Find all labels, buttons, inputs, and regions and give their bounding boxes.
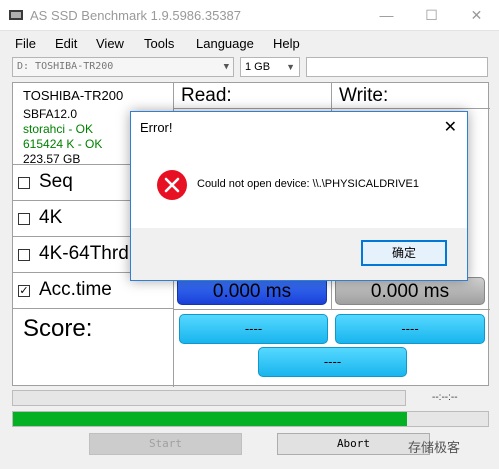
score-write: ---- bbox=[335, 314, 485, 344]
overall-progress-fill bbox=[13, 412, 408, 426]
close-window-button[interactable]: ✕ bbox=[454, 0, 499, 31]
4k-64thrd-checkbox[interactable] bbox=[18, 249, 30, 261]
size-select-value: 1 GB bbox=[245, 61, 271, 73]
overall-progress-bar bbox=[12, 411, 489, 427]
error-icon bbox=[157, 170, 187, 200]
elapsed-time: --:--:-- bbox=[432, 392, 458, 403]
menu-edit[interactable]: Edit bbox=[55, 36, 77, 51]
maximize-button[interactable]: ☐ bbox=[409, 0, 454, 31]
score-total: ---- bbox=[258, 347, 407, 377]
menu-file[interactable]: File bbox=[15, 36, 36, 51]
dialog-title: Error! bbox=[140, 120, 173, 135]
seq-checkbox[interactable] bbox=[18, 177, 30, 189]
write-header: Write: bbox=[339, 85, 389, 106]
drive-name: TOSHIBA-TR200 bbox=[23, 88, 124, 103]
acc-time-label: Acc.time bbox=[39, 279, 112, 300]
row-divider bbox=[174, 309, 490, 310]
drive-select[interactable]: D: TOSHIBA-TR200 ▼ bbox=[12, 57, 234, 77]
drive-firmware: SBFA12.0 bbox=[23, 107, 78, 121]
watermark-text: 存储极客 bbox=[408, 440, 461, 455]
drive-capacity: 223.57 GB bbox=[23, 152, 81, 166]
app-icon bbox=[9, 10, 23, 20]
4k-64thrd-label: 4K-64Thrd bbox=[39, 243, 129, 264]
driver-status: storahci - OK bbox=[23, 122, 94, 136]
score-label: Score: bbox=[23, 315, 93, 342]
dialog-message: Could not open device: \\.\PHYSICALDRIVE… bbox=[197, 178, 419, 190]
ok-button[interactable]: 确定 bbox=[361, 240, 447, 266]
toolbar: D: TOSHIBA-TR200 ▼ 1 GB ▼ bbox=[0, 56, 499, 80]
menu-tools[interactable]: Tools bbox=[144, 36, 174, 51]
dialog-close-button[interactable]: ✕ bbox=[444, 117, 457, 137]
drive-select-value: D: TOSHIBA-TR200 bbox=[17, 61, 114, 72]
menu-bar: File Edit View Tools Language Help bbox=[0, 32, 499, 54]
title-bar: AS SSD Benchmark 1.9.5986.35387 — ☐ ✕ bbox=[0, 0, 499, 31]
minimize-button[interactable]: — bbox=[364, 0, 409, 31]
chevron-down-icon: ▼ bbox=[223, 62, 229, 72]
acc-time-checkbox[interactable]: ✓ bbox=[18, 285, 30, 297]
score-read: ---- bbox=[179, 314, 328, 344]
dialog-footer: 确定 bbox=[131, 228, 467, 280]
menu-view[interactable]: View bbox=[96, 36, 124, 51]
4k-checkbox[interactable] bbox=[18, 213, 30, 225]
menu-language[interactable]: Language bbox=[196, 36, 254, 51]
chevron-down-icon: ▼ bbox=[286, 62, 295, 72]
size-select[interactable]: 1 GB ▼ bbox=[240, 57, 300, 77]
window-title: AS SSD Benchmark 1.9.5986.35387 bbox=[30, 8, 242, 23]
4k-label: 4K bbox=[39, 207, 63, 228]
text-field[interactable] bbox=[306, 57, 488, 77]
menu-help[interactable]: Help bbox=[273, 36, 300, 51]
alignment-status: 615424 K - OK bbox=[23, 137, 103, 151]
read-header: Read: bbox=[181, 85, 232, 106]
acc-time-read-result: 0.000 ms bbox=[177, 277, 327, 305]
error-dialog: Error! ✕ Could not open device: \\.\PHYS… bbox=[130, 111, 468, 281]
seq-label: Seq bbox=[39, 171, 73, 192]
score-label-cell: Score: bbox=[13, 309, 174, 387]
test-progress-bar bbox=[12, 390, 406, 406]
acc-time-write-result: 0.000 ms bbox=[335, 277, 485, 305]
start-button[interactable]: Start bbox=[89, 433, 242, 455]
header-divider bbox=[174, 108, 490, 109]
